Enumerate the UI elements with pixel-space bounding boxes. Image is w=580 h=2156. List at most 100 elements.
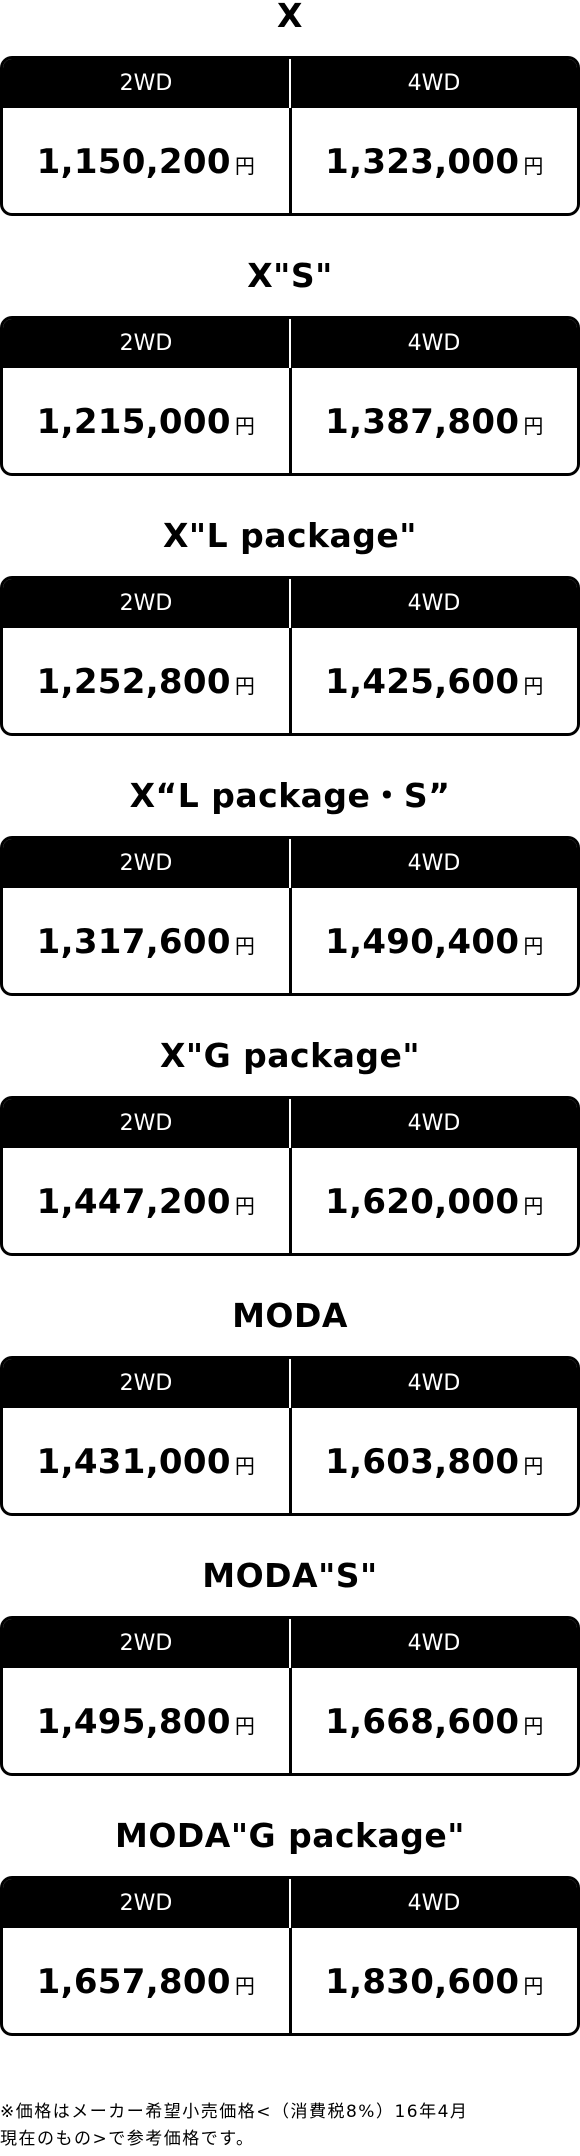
yen-unit: 円 xyxy=(523,1974,544,1998)
price-cell-2wd: 1,495,800 円 xyxy=(3,1668,289,1773)
price-table-header: 2WD 4WD xyxy=(3,1359,577,1408)
price-cell-4wd: 1,620,000 円 xyxy=(288,1148,578,1253)
yen-unit: 円 xyxy=(523,1194,544,1218)
grade-section-7: MODA"S" 2WD 4WD 1,495,800 円 1,668,600 円 xyxy=(0,1556,580,1828)
price-amount-2wd: 1,252,800 xyxy=(36,661,231,702)
price-table-body: 1,215,000 円 1,387,800 円 xyxy=(3,368,577,473)
price-amount-4wd: 1,668,600 xyxy=(325,1701,520,1742)
yen-unit: 円 xyxy=(234,1194,255,1218)
price-table: 2WD 4WD 1,447,200 円 1,620,000 円 xyxy=(0,1096,580,1256)
grade-title: MODA"S" xyxy=(202,1556,378,1595)
price-amount-4wd: 1,490,400 xyxy=(325,921,520,962)
price-table-body: 1,495,800 円 1,668,600 円 xyxy=(3,1668,577,1773)
drive-label-2wd: 2WD xyxy=(119,1371,173,1396)
price-cell-2wd: 1,431,000 円 xyxy=(3,1408,289,1513)
yen-unit: 円 xyxy=(523,674,544,698)
yen-unit: 円 xyxy=(523,154,544,178)
price-table: 2WD 4WD 1,431,000 円 1,603,800 円 xyxy=(0,1356,580,1516)
yen-unit: 円 xyxy=(523,414,544,438)
drive-label-2wd: 2WD xyxy=(119,851,173,876)
drive-label-2wd: 2WD xyxy=(119,1891,173,1916)
price-table: 2WD 4WD 1,317,600 円 1,490,400 円 xyxy=(0,836,580,996)
price-amount-2wd: 1,447,200 xyxy=(36,1181,231,1222)
grade-title: MODA xyxy=(232,1296,348,1335)
yen-unit: 円 xyxy=(234,674,255,698)
price-table: 2WD 4WD 1,495,800 円 1,668,600 円 xyxy=(0,1616,580,1776)
grade-title: X“L package・S” xyxy=(129,776,451,815)
price-cell-4wd: 1,668,600 円 xyxy=(288,1668,578,1773)
price-cell-2wd: 1,215,000 円 xyxy=(3,368,289,473)
yen-unit: 円 xyxy=(523,934,544,958)
grade-title: X xyxy=(277,0,303,35)
price-table-header: 2WD 4WD xyxy=(3,1879,577,1928)
price-amount-2wd: 1,431,000 xyxy=(36,1441,231,1482)
price-table-header: 2WD 4WD xyxy=(3,1099,577,1148)
footnote-line-1: ※価格はメーカー希望小売価格<（消費税8%）16年4月 xyxy=(0,2102,469,2122)
price-table: 2WD 4WD 1,215,000 円 1,387,800 円 xyxy=(0,316,580,476)
price-cell-4wd: 1,387,800 円 xyxy=(288,368,578,473)
price-list-page: X 2WD 4WD 1,150,200 円 1,323,000 円 X"S" 2… xyxy=(0,0,580,2156)
yen-unit: 円 xyxy=(234,1454,255,1478)
yen-unit: 円 xyxy=(234,1974,255,1998)
grade-title: MODA"G package" xyxy=(115,1816,465,1855)
price-cell-2wd: 1,317,600 円 xyxy=(3,888,289,993)
price-amount-4wd: 1,830,600 xyxy=(325,1961,520,2002)
price-amount-4wd: 1,323,000 xyxy=(325,141,520,182)
price-cell-2wd: 1,150,200 円 xyxy=(3,108,289,213)
price-table-header: 2WD 4WD xyxy=(3,579,577,628)
price-amount-4wd: 1,603,800 xyxy=(325,1441,520,1482)
price-table-header: 2WD 4WD xyxy=(3,1619,577,1668)
price-footnote: ※価格はメーカー希望小売価格<（消費税8%）16年4月 現在のもの>で参考価格で… xyxy=(0,2099,580,2153)
price-amount-4wd: 1,425,600 xyxy=(325,661,520,702)
drive-label-4wd: 4WD xyxy=(289,1619,577,1668)
price-table-header: 2WD 4WD xyxy=(3,319,577,368)
price-amount-2wd: 1,317,600 xyxy=(36,921,231,962)
price-cell-4wd: 1,830,600 円 xyxy=(288,1928,578,2033)
drive-label-2wd: 2WD xyxy=(119,331,173,356)
price-table-header: 2WD 4WD xyxy=(3,59,577,108)
yen-unit: 円 xyxy=(523,1454,544,1478)
price-table-body: 1,447,200 円 1,620,000 円 xyxy=(3,1148,577,1253)
price-table-body: 1,317,600 円 1,490,400 円 xyxy=(3,888,577,993)
drive-label-4wd: 4WD xyxy=(289,319,577,368)
drive-label-4wd: 4WD xyxy=(289,59,577,108)
price-amount-2wd: 1,657,800 xyxy=(36,1961,231,2002)
yen-unit: 円 xyxy=(523,1714,544,1738)
price-cell-4wd: 1,323,000 円 xyxy=(288,108,578,213)
price-amount-4wd: 1,620,000 xyxy=(325,1181,520,1222)
grade-section-1: X 2WD 4WD 1,150,200 円 1,323,000 円 xyxy=(0,0,580,268)
price-amount-2wd: 1,495,800 xyxy=(36,1701,231,1742)
price-table-header: 2WD 4WD xyxy=(3,839,577,888)
price-cell-2wd: 1,447,200 円 xyxy=(3,1148,289,1253)
yen-unit: 円 xyxy=(234,1714,255,1738)
price-cell-4wd: 1,603,800 円 xyxy=(288,1408,578,1513)
yen-unit: 円 xyxy=(234,154,255,178)
grade-section-3: X"L package" 2WD 4WD 1,252,800 円 1,425,6… xyxy=(0,516,580,788)
price-table-body: 1,431,000 円 1,603,800 円 xyxy=(3,1408,577,1513)
price-cell-4wd: 1,490,400 円 xyxy=(288,888,578,993)
price-cell-2wd: 1,657,800 円 xyxy=(3,1928,289,2033)
price-table-body: 1,150,200 円 1,323,000 円 xyxy=(3,108,577,213)
footnote-line-2: 現在のもの>で参考価格です。 xyxy=(0,2129,255,2149)
grade-section-6: MODA 2WD 4WD 1,431,000 円 1,603,800 円 xyxy=(0,1296,580,1568)
price-amount-2wd: 1,150,200 xyxy=(36,141,231,182)
price-table: 2WD 4WD 1,252,800 円 1,425,600 円 xyxy=(0,576,580,736)
grade-section-4: X“L package・S” 2WD 4WD 1,317,600 円 1,490… xyxy=(0,776,580,1048)
price-cell-2wd: 1,252,800 円 xyxy=(3,628,289,733)
yen-unit: 円 xyxy=(234,934,255,958)
drive-label-2wd: 2WD xyxy=(119,71,173,96)
price-table-body: 1,657,800 円 1,830,600 円 xyxy=(3,1928,577,2033)
price-amount-2wd: 1,215,000 xyxy=(36,401,231,442)
drive-label-2wd: 2WD xyxy=(119,591,173,616)
grade-title: X"G package" xyxy=(159,1036,421,1075)
drive-label-2wd: 2WD xyxy=(119,1111,173,1136)
price-cell-4wd: 1,425,600 円 xyxy=(288,628,578,733)
grade-title: X"L package" xyxy=(162,516,417,555)
price-table: 2WD 4WD 1,657,800 円 1,830,600 円 xyxy=(0,1876,580,2036)
drive-label-4wd: 4WD xyxy=(289,579,577,628)
drive-label-4wd: 4WD xyxy=(289,839,577,888)
grade-section-5: X"G package" 2WD 4WD 1,447,200 円 1,620,0… xyxy=(0,1036,580,1308)
grade-section-8: MODA"G package" 2WD 4WD 1,657,800 円 1,83… xyxy=(0,1816,580,2088)
drive-label-2wd: 2WD xyxy=(119,1631,173,1656)
grade-section-2: X"S" 2WD 4WD 1,215,000 円 1,387,800 円 xyxy=(0,259,580,528)
